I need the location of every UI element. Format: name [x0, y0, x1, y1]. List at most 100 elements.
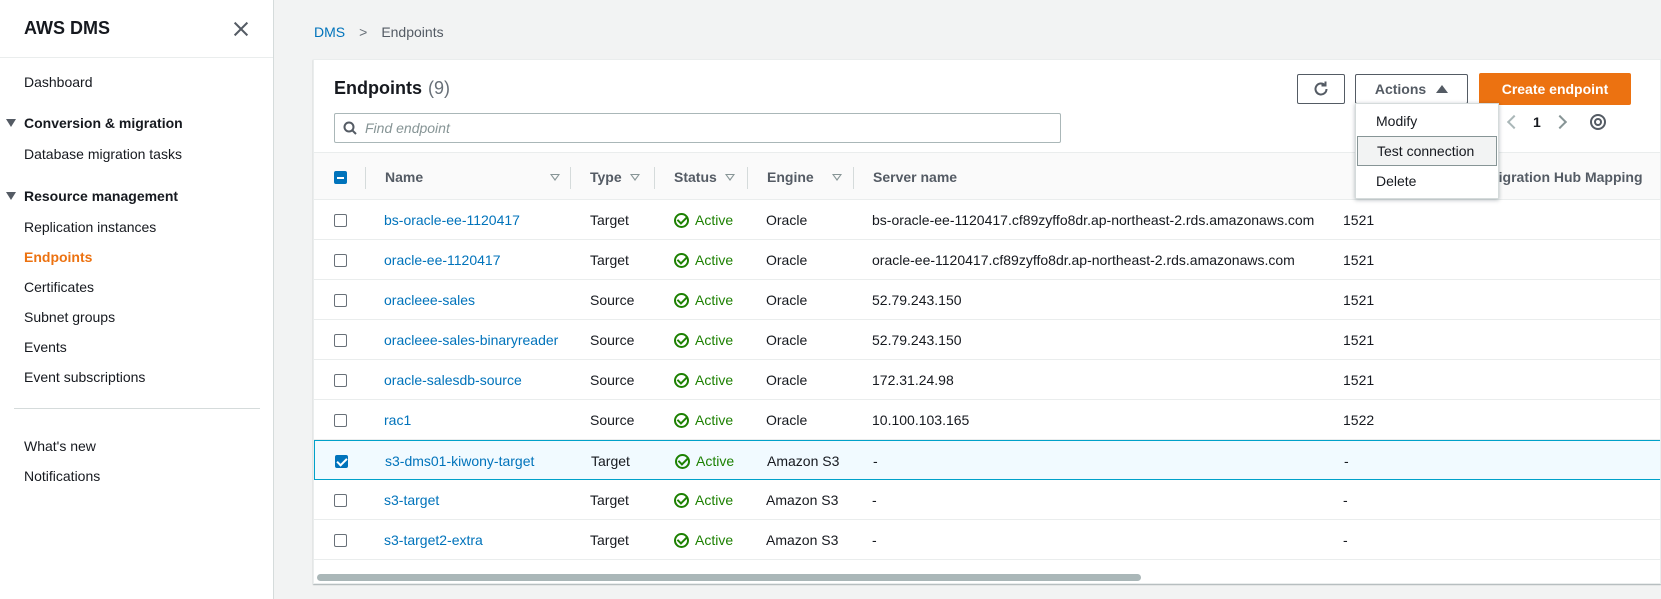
- sidebar-item-notifications[interactable]: Notifications: [24, 468, 100, 484]
- select-all-checkbox[interactable]: [334, 170, 347, 184]
- sort-icon[interactable]: [824, 153, 842, 201]
- endpoint-type: Target: [591, 453, 630, 469]
- table-row[interactable]: oracle-ee-1120417 Target Active Oracle oracl…: [314, 240, 1660, 280]
- sidebar-item-migration-tasks[interactable]: Database migration tasks: [24, 146, 182, 162]
- endpoint-name-link[interactable]: bs-oracle-ee-1120417: [384, 200, 520, 240]
- endpoint-server-name: 52.79.243.150: [872, 292, 962, 308]
- column-header-migration-hub-mapping[interactable]: Migration Hub Mapping: [1487, 153, 1643, 201]
- column-divider: [747, 167, 748, 189]
- endpoint-port: -: [1344, 453, 1349, 469]
- row-checkbox[interactable]: [334, 213, 347, 227]
- endpoint-server-name: oracle-ee-1120417.cf89zyffo8dr.ap-northe…: [872, 252, 1295, 268]
- search-input[interactable]: [365, 120, 1045, 136]
- endpoint-name-link[interactable]: s3-target2-extra: [384, 520, 483, 560]
- table-row[interactable]: s3-dms01-kiwony-target Target Active Amazon…: [314, 440, 1660, 481]
- sidebar-title: AWS DMS: [24, 18, 111, 38]
- breadcrumb-dms[interactable]: DMS: [314, 24, 345, 40]
- status-text: Active: [695, 212, 734, 228]
- sidebar-item-replication-instances[interactable]: Replication instances: [24, 219, 156, 235]
- table-row[interactable]: oracleee-sales Source Active Oracle 52.79.24…: [314, 280, 1660, 320]
- column-header-status[interactable]: Status: [674, 153, 735, 201]
- actions-dropdown: Modify Test connection Delete: [1355, 103, 1499, 199]
- chevron-right-icon[interactable]: [1552, 114, 1567, 130]
- column-label: Type: [590, 169, 622, 185]
- column-header-server-name[interactable]: Server name: [873, 153, 957, 201]
- check-circle-icon: [674, 492, 689, 508]
- sort-icon[interactable]: [542, 153, 560, 201]
- table-row[interactable]: oracleee-sales-binaryreader Source Active O…: [314, 320, 1660, 360]
- sidebar-item-dashboard[interactable]: Dashboard: [24, 74, 93, 90]
- table-row[interactable]: s3-target Target Active Amazon S3 - -: [314, 480, 1660, 520]
- endpoint-engine: Oracle: [766, 212, 808, 228]
- endpoint-name-link[interactable]: s3-dms01-kiwony-target: [385, 441, 534, 481]
- create-endpoint-button[interactable]: Create endpoint: [1479, 73, 1631, 105]
- endpoint-engine: Oracle: [766, 292, 808, 308]
- column-header-engine[interactable]: Engine: [767, 153, 814, 201]
- column-label: Status: [674, 169, 717, 185]
- column-label: Name: [385, 169, 424, 185]
- column-divider: [570, 167, 571, 189]
- row-checkbox[interactable]: [334, 333, 347, 347]
- actions-button[interactable]: Actions: [1355, 74, 1468, 104]
- endpoint-name-link[interactable]: s3-target: [384, 480, 439, 520]
- endpoint-name-link[interactable]: oracle-ee-1120417: [384, 240, 501, 280]
- menu-item-test-connection[interactable]: Test connection: [1357, 136, 1497, 166]
- page-number[interactable]: 1: [1533, 114, 1541, 130]
- column-header-type[interactable]: Type: [590, 153, 640, 201]
- status-text: Active: [695, 252, 734, 268]
- sidebar-item-whats-new[interactable]: What's new: [24, 438, 96, 454]
- endpoint-status: Active: [674, 360, 733, 400]
- check-circle-icon: [674, 332, 689, 348]
- endpoint-name-link[interactable]: oracle-salesdb-source: [384, 360, 522, 400]
- row-checkbox[interactable]: [335, 454, 348, 468]
- endpoint-name-link[interactable]: oracleee-sales-binaryreader: [384, 320, 558, 360]
- row-select-cell: [334, 240, 347, 280]
- gear-icon[interactable]: [1590, 114, 1606, 130]
- endpoint-engine: Oracle: [766, 252, 808, 268]
- endpoint-name-link[interactable]: oracleee-sales: [384, 280, 475, 320]
- breadcrumb-current: Endpoints: [381, 24, 444, 40]
- endpoint-port: 1521: [1343, 212, 1375, 228]
- menu-item-delete[interactable]: Delete: [1356, 166, 1498, 196]
- row-checkbox[interactable]: [334, 493, 347, 507]
- sidebar-item-events[interactable]: Events: [24, 339, 67, 355]
- table-row[interactable]: oracle-salesdb-source Source Active Oracle 1…: [314, 360, 1660, 400]
- status-text: Active: [695, 492, 734, 508]
- row-checkbox[interactable]: [334, 413, 347, 427]
- endpoint-port: 1521: [1343, 292, 1375, 308]
- table-row[interactable]: bs-oracle-ee-1120417 Target Active Oracle bs…: [314, 200, 1660, 240]
- column-header-name[interactable]: Name: [385, 153, 423, 201]
- row-select-cell: [334, 200, 347, 240]
- endpoint-port: -: [1343, 532, 1348, 548]
- chevron-right-icon: >: [359, 24, 368, 40]
- row-checkbox[interactable]: [334, 373, 347, 387]
- row-checkbox[interactable]: [334, 253, 347, 267]
- sidebar-item-certificates[interactable]: Certificates: [24, 279, 94, 295]
- horizontal-scrollbar[interactable]: [317, 572, 1659, 582]
- status-text: Active: [696, 453, 735, 469]
- row-checkbox[interactable]: [334, 293, 347, 307]
- column-divider: [365, 167, 366, 189]
- scrollbar-thumb[interactable]: [317, 574, 1141, 581]
- sidebar-item-event-subscriptions[interactable]: Event subscriptions: [24, 369, 145, 385]
- table-row[interactable]: s3-target2-extra Target Active Amazon S3 - -: [314, 520, 1660, 560]
- sidebar-section-conversion[interactable]: Conversion & migration: [6, 115, 183, 131]
- sidebar-item-endpoints[interactable]: Endpoints: [24, 249, 92, 265]
- row-checkbox[interactable]: [334, 533, 347, 547]
- endpoint-port: -: [1343, 492, 1348, 508]
- check-circle-icon: [674, 212, 689, 228]
- refresh-button[interactable]: [1297, 74, 1345, 104]
- chevron-left-icon[interactable]: [1506, 114, 1522, 130]
- row-select-cell: [334, 520, 347, 560]
- sidebar-divider: [14, 408, 260, 409]
- endpoint-name-link[interactable]: rac1: [384, 400, 411, 440]
- endpoint-count: (9): [428, 78, 450, 98]
- sidebar-item-subnet-groups[interactable]: Subnet groups: [24, 309, 115, 325]
- menu-item-modify[interactable]: Modify: [1356, 106, 1498, 136]
- caret-up-icon: [1436, 85, 1449, 93]
- refresh-icon: [1314, 81, 1328, 96]
- sidebar-section-resources[interactable]: Resource management: [6, 188, 178, 204]
- table-row[interactable]: rac1 Source Active Oracle 10.100.103.165 1522: [314, 400, 1660, 440]
- sidebar: AWS DMS Dashboard Conversion & migration…: [0, 0, 274, 599]
- close-icon[interactable]: [231, 19, 251, 39]
